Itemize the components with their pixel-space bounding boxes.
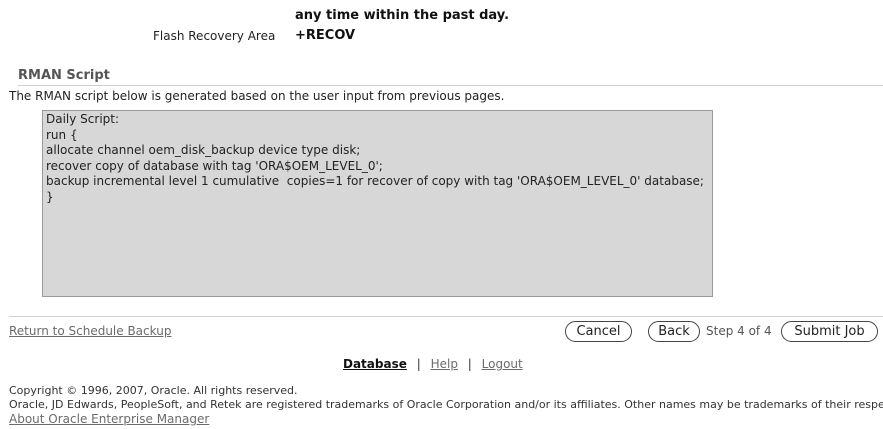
footer-logout-link[interactable]: Logout: [482, 357, 523, 371]
copyright-text: Copyright © 1996, 2007, Oracle. All righ…: [9, 384, 298, 397]
flash-recovery-area-value: +RECOV: [295, 28, 356, 43]
flash-recovery-area-label: Flash Recovery Area: [153, 29, 276, 43]
section-divider: [18, 85, 883, 86]
trademarks-text: Oracle, JD Edwards, PeopleSoft, and Rete…: [9, 398, 883, 411]
rman-script-description: The RMAN script below is generated based…: [9, 89, 505, 103]
footer-separator: |: [467, 357, 472, 371]
back-button[interactable]: Back: [648, 321, 700, 342]
rman-script-heading: RMAN Script: [18, 68, 110, 83]
return-to-schedule-backup-link[interactable]: Return to Schedule Backup: [9, 324, 171, 338]
action-bar-divider: [9, 316, 883, 317]
step-indicator: Step 4 of 4: [706, 324, 772, 338]
footer-nav: Database | Help | Logout: [343, 357, 523, 371]
footer-help-link[interactable]: Help: [431, 357, 458, 371]
frequency-value-tail: any time within the past day.: [295, 8, 510, 23]
rman-script-textarea[interactable]: Daily Script: run { allocate channel oem…: [42, 110, 713, 297]
cancel-button[interactable]: Cancel: [565, 321, 632, 342]
submit-job-button[interactable]: Submit Job: [781, 321, 878, 342]
footer-database-link[interactable]: Database: [343, 357, 407, 371]
about-oracle-em-link[interactable]: About Oracle Enterprise Manager: [9, 412, 209, 426]
footer-separator: |: [416, 357, 421, 371]
